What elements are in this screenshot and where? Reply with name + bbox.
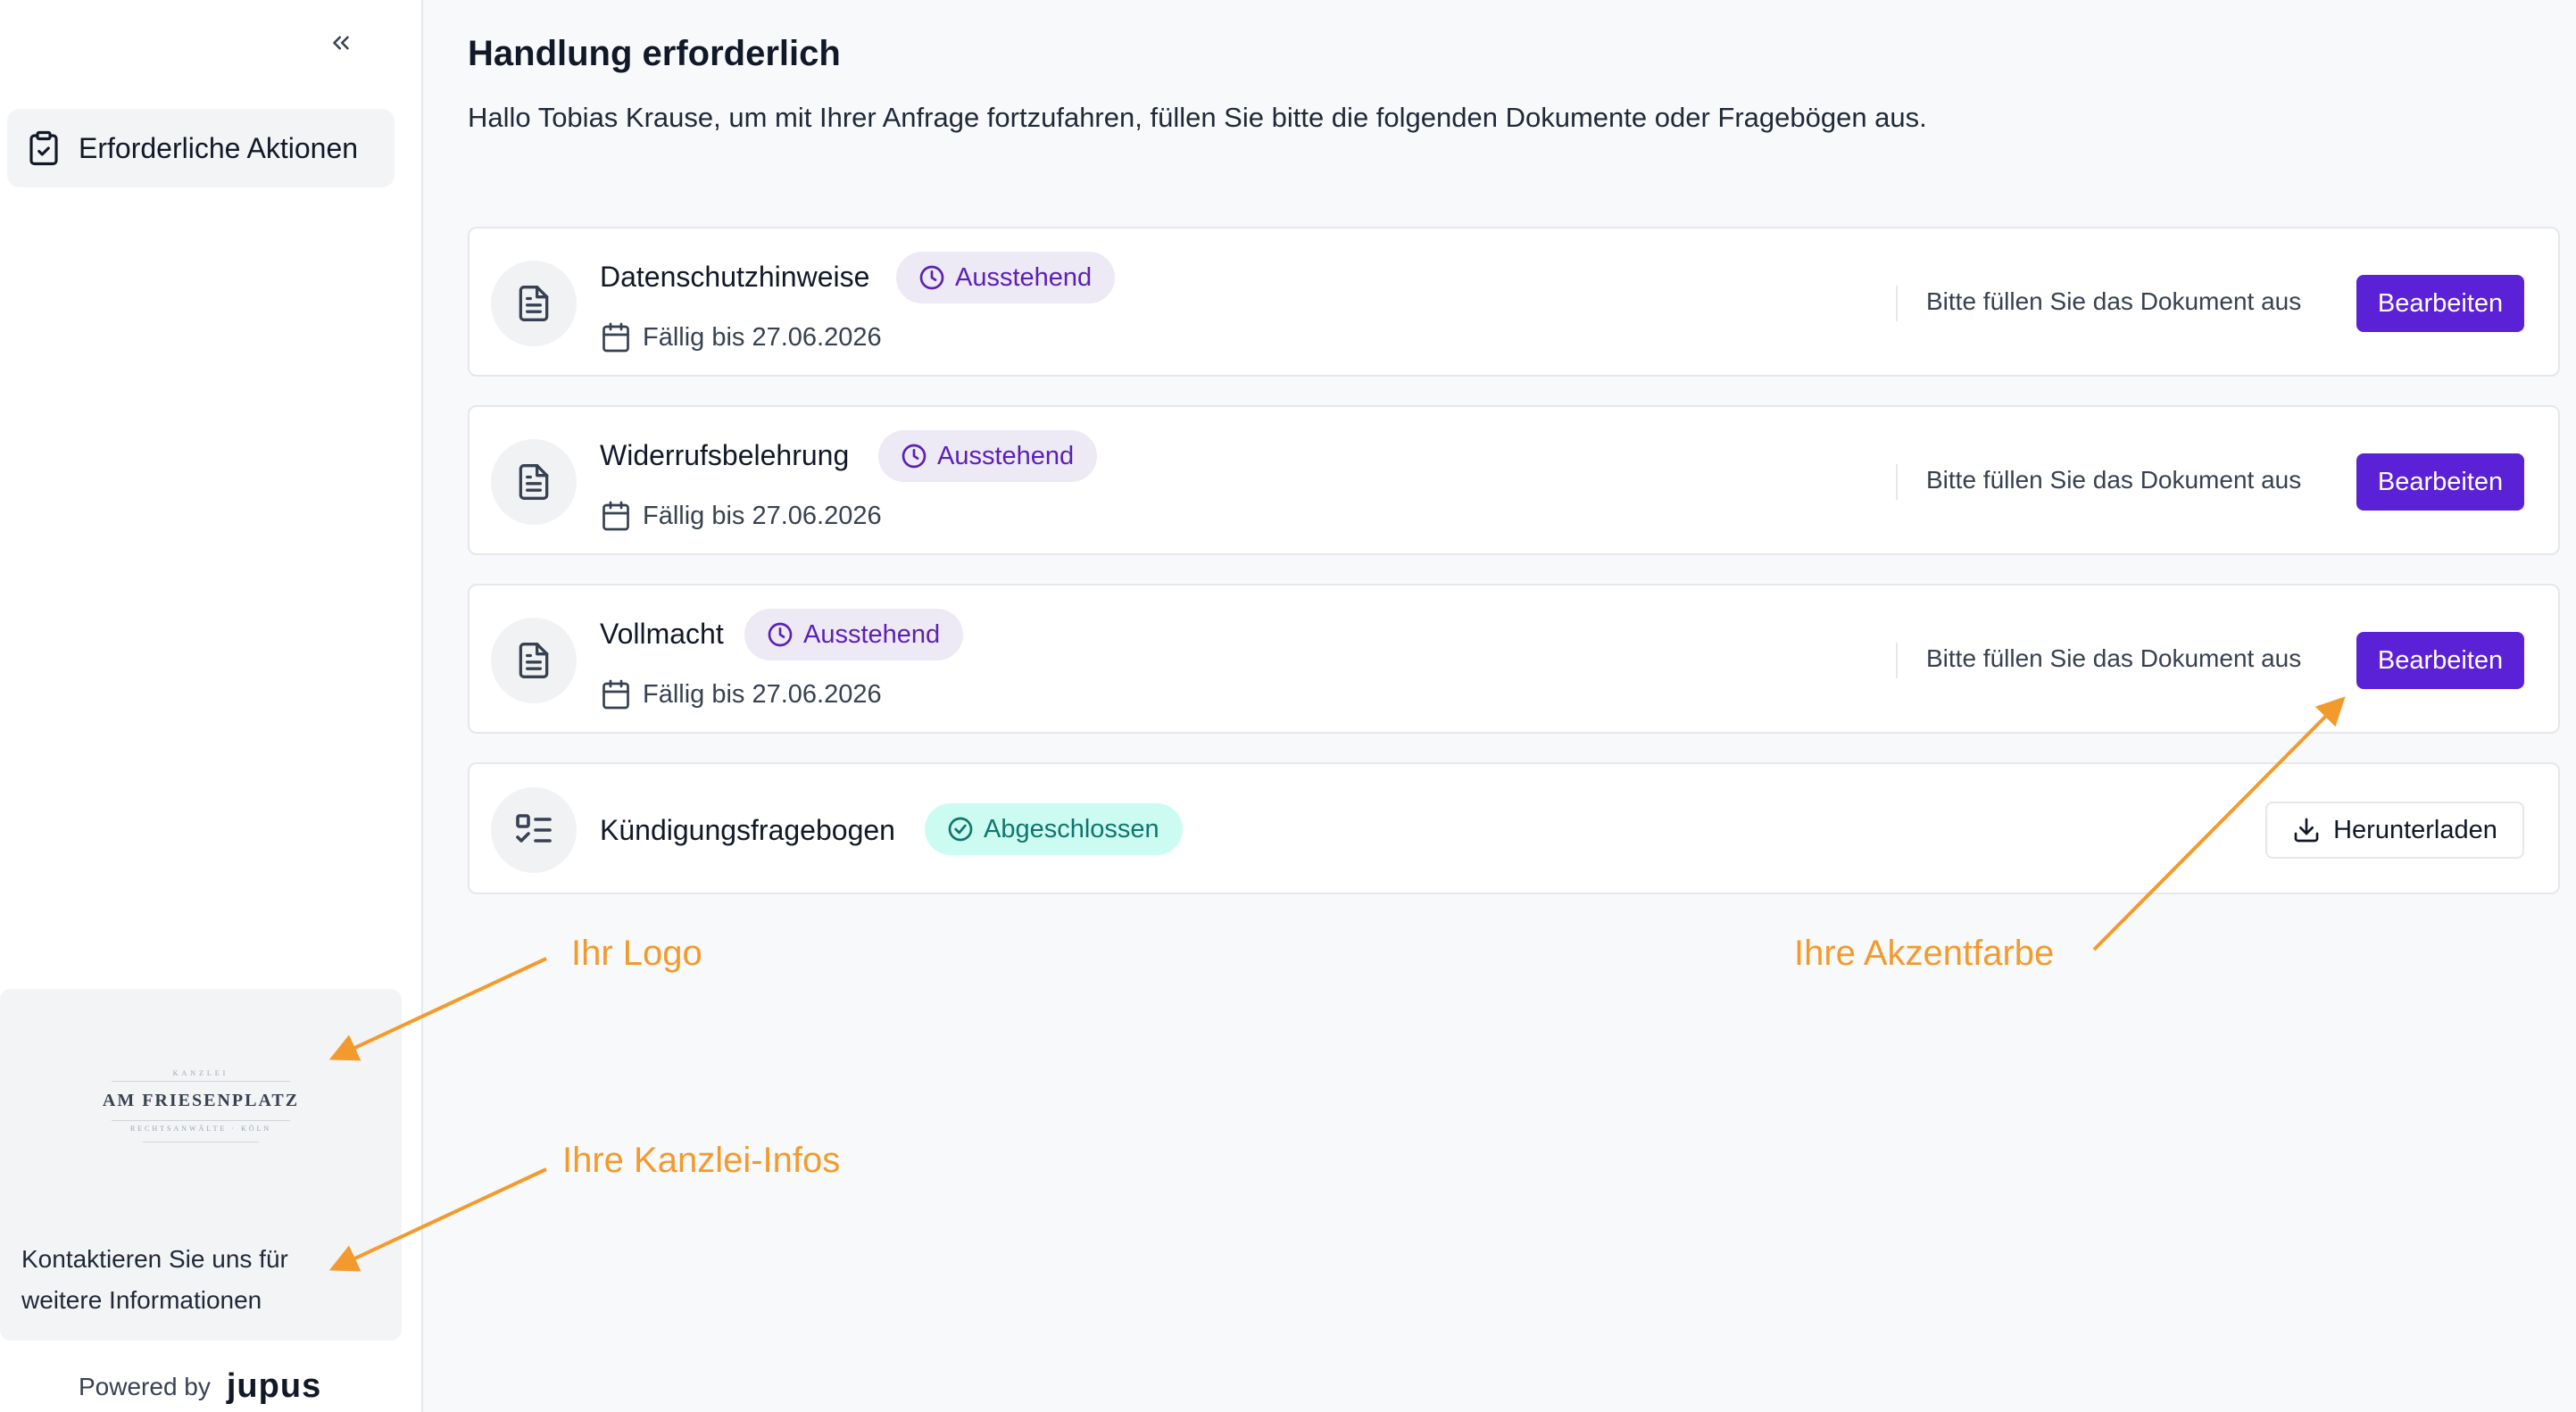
- chevrons-left-icon: [333, 36, 349, 50]
- logo-rule: [112, 1081, 290, 1082]
- firm-info-box: KANZLEI AM FRIESENPLATZ RECHTSANWÄLTE · …: [0, 989, 402, 1341]
- card-divider: [1896, 286, 1898, 321]
- powered-by-text: Powered by: [79, 1372, 211, 1400]
- logo-name: AM FRIESENPLATZ: [102, 1091, 300, 1110]
- document-card: Datenschutzhinweise Ausstehend Fällig bi…: [468, 227, 2560, 377]
- status-badge: Ausstehend: [878, 430, 1098, 482]
- download-icon: [2294, 818, 2319, 843]
- document-card: Widerrufsbelehrung Ausstehend Fällig bis…: [468, 405, 2560, 555]
- card-hint: Bitte füllen Sie das Dokument aus: [1926, 287, 2302, 315]
- status-badge: Abgeschlossen: [925, 803, 1183, 855]
- logo-top-text: KANZLEI: [172, 1069, 229, 1077]
- powered-by-brand-logo: jupus: [226, 1367, 322, 1405]
- calendar-icon: [602, 501, 629, 531]
- card-hint: Bitte füllen Sie das Dokument aus: [1926, 644, 2302, 672]
- questionnaire-card: Kündigungsfragebogen Abgeschlossen Herun…: [468, 762, 2560, 894]
- card-icon-circle: [491, 261, 577, 346]
- clock-icon: [902, 444, 927, 469]
- document-icon: [519, 464, 549, 500]
- firm-logo: KANZLEI AM FRIESENPLATZ RECHTSANWÄLTE · …: [89, 1059, 312, 1157]
- card-title: Datenschutzhinweise: [600, 261, 870, 293]
- status-badge-label: Abgeschlossen: [984, 814, 1159, 843]
- document-card: Vollmacht Ausstehend Fällig bis 27.06.20…: [468, 584, 2560, 734]
- edit-button[interactable]: Bearbeiten: [2356, 275, 2524, 332]
- page-subtitle: Hallo Tobias Krause, um mit Ihrer Anfrag…: [468, 102, 1927, 133]
- document-icon: [519, 643, 549, 678]
- card-icon-circle: [491, 787, 577, 873]
- card-hint: Bitte füllen Sie das Dokument aus: [1926, 466, 2302, 494]
- status-badge: Ausstehend: [896, 252, 1116, 303]
- edit-button[interactable]: Bearbeiten: [2356, 632, 2524, 689]
- status-badge-label: Ausstehend: [955, 262, 1093, 292]
- due-date-text: Fällig bis 27.06.2026: [643, 501, 882, 530]
- due-date-text: Fällig bis 27.06.2026: [643, 322, 882, 352]
- collapse-sidebar-button[interactable]: [325, 27, 357, 59]
- clipboard-icon: [29, 130, 58, 166]
- card-title: Vollmacht: [600, 618, 724, 650]
- powered-by: Powered by jupus: [79, 1367, 321, 1406]
- download-button-label: Herunterladen: [2333, 815, 2497, 844]
- calendar-icon: [602, 322, 629, 353]
- annotation-logo: Ihr Logo: [571, 934, 702, 973]
- status-badge-label: Ausstehend: [803, 619, 941, 649]
- page-title: Handlung erforderlich: [468, 34, 841, 73]
- card-divider: [1896, 643, 1898, 678]
- status-badge-label: Ausstehend: [937, 441, 1075, 470]
- due-date-text: Fällig bis 27.06.2026: [643, 679, 882, 709]
- card-divider: [1896, 464, 1898, 500]
- due-date: Fällig bis 27.06.2026: [600, 678, 882, 710]
- contact-line: weitere Informationen: [21, 1286, 262, 1314]
- sidebar: Erforderliche Aktionen KANZLEI AM FRIESE…: [0, 0, 423, 1412]
- contact-line: Kontaktieren Sie uns für: [21, 1245, 288, 1273]
- sidebar-item-required-actions[interactable]: Erforderliche Aktionen: [7, 109, 395, 187]
- annotation-firm-info: Ihre Kanzlei-Infos: [562, 1141, 841, 1180]
- card-icon-circle: [491, 618, 577, 703]
- card-title: Widerrufsbelehrung: [600, 439, 850, 471]
- checklist-icon: [516, 814, 552, 843]
- contact-info: Kontaktieren Sie uns für weitere Informa…: [21, 1239, 378, 1321]
- logo-rule: [112, 1120, 290, 1121]
- card-title: Kündigungsfragebogen: [600, 814, 895, 846]
- annotation-accent-color: Ihre Akzentfarbe: [1794, 934, 2055, 973]
- clock-icon: [919, 265, 944, 290]
- check-circle-icon: [948, 817, 973, 842]
- status-badge: Ausstehend: [744, 609, 964, 660]
- document-icon: [519, 286, 549, 321]
- logo-sub-text: RECHTSANWÄLTE · KÖLN: [129, 1125, 272, 1133]
- due-date: Fällig bis 27.06.2026: [600, 321, 882, 353]
- due-date: Fällig bis 27.06.2026: [600, 500, 882, 532]
- edit-button[interactable]: Bearbeiten: [2356, 453, 2524, 511]
- download-button[interactable]: Herunterladen: [2265, 802, 2524, 859]
- calendar-icon: [602, 679, 629, 710]
- sidebar-item-label: Erforderliche Aktionen: [79, 131, 359, 164]
- card-icon-circle: [491, 439, 577, 525]
- clock-icon: [768, 622, 793, 647]
